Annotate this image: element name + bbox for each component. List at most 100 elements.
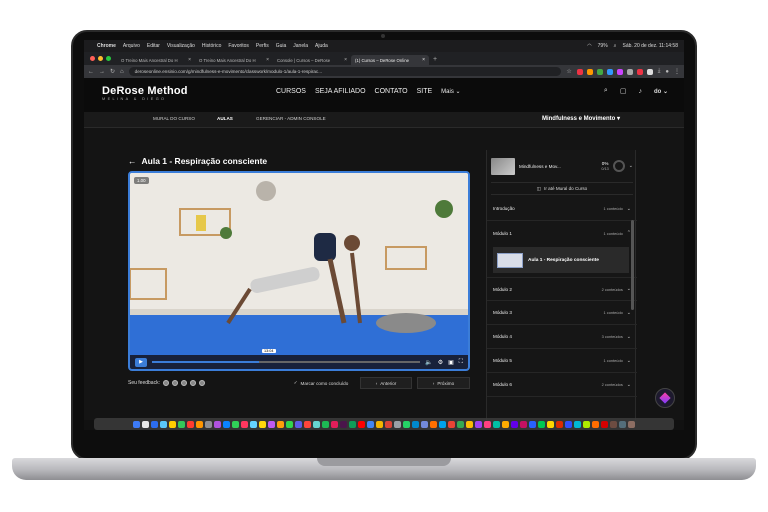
user-avatar[interactable]: do ⌄ — [654, 88, 668, 95]
dock-app-icon[interactable] — [538, 420, 545, 428]
dock-app-icon[interactable] — [322, 420, 329, 428]
dock-app-icon[interactable] — [511, 420, 518, 428]
dock-app-icon[interactable] — [457, 420, 464, 428]
menu-ajuda[interactable]: Ajuda — [315, 43, 328, 49]
dock-app-icon[interactable] — [214, 420, 221, 428]
dock-app-icon[interactable] — [205, 420, 212, 428]
dock-app-icon[interactable] — [304, 420, 311, 428]
forward-icon[interactable]: → — [99, 69, 105, 75]
nav-cursos[interactable]: CURSOS — [276, 88, 306, 95]
nav-contato[interactable]: CONTATO — [375, 88, 408, 95]
wifi-icon[interactable]: ◠ — [587, 43, 591, 49]
dock-app-icon[interactable] — [412, 420, 419, 428]
subnav-gerenciar[interactable]: GERENCIAR - ADMIN CONSOLE — [256, 116, 326, 121]
dock-app-icon[interactable] — [160, 420, 167, 428]
dock-app-icon[interactable] — [385, 420, 392, 428]
dock-app-icon[interactable] — [610, 420, 617, 428]
dock-app-icon[interactable] — [574, 420, 581, 428]
feedback-emoji-icon[interactable] — [180, 380, 187, 386]
dock-app-icon[interactable] — [286, 420, 293, 428]
zoom-window-icon[interactable] — [106, 56, 111, 61]
dock-app-icon[interactable] — [241, 420, 248, 428]
site-logo[interactable]: DeRose Method — [102, 85, 188, 97]
menu-editar[interactable]: Editar — [147, 43, 160, 49]
dock-app-icon[interactable] — [223, 420, 230, 428]
search-icon[interactable]: ⌕ — [604, 87, 608, 95]
feedback-emoji-icon[interactable] — [162, 380, 169, 386]
dock-app-icon[interactable] — [313, 420, 320, 428]
dock-app-icon[interactable] — [169, 420, 176, 428]
dock-app-icon[interactable] — [367, 420, 374, 428]
dock-app-icon[interactable] — [421, 420, 428, 428]
home-icon[interactable]: ⌂ — [120, 69, 124, 75]
module-5[interactable]: Módulo 5 1 conteúdo ⌄ — [487, 349, 637, 373]
module-4[interactable]: Módulo 4 3 conteúdos ⌄ — [487, 325, 637, 349]
close-tab-icon[interactable]: × — [422, 57, 425, 63]
menubar-clock[interactable]: Sáb. 20 de dez. 11:14:58 — [622, 43, 678, 49]
feedback-emoji-icon[interactable] — [189, 380, 196, 386]
course-selector[interactable]: Mindfulness e Movimento ▾ — [542, 115, 620, 122]
dock-app-icon[interactable] — [268, 420, 275, 428]
menu-historico[interactable]: Histórico — [202, 43, 221, 49]
address-bar[interactable]: deroseonline.ensinio.com/g/mindfulness-e… — [128, 67, 562, 76]
go-to-mural-button[interactable]: ◫ Ir até Mural do Curso — [491, 182, 633, 195]
subnav-aulas[interactable]: AULAS — [217, 116, 233, 121]
bell-icon[interactable]: ♪ — [638, 88, 642, 95]
extension-icon[interactable] — [636, 68, 643, 75]
dock-app-icon[interactable] — [439, 420, 446, 428]
dock-app-icon[interactable] — [448, 420, 455, 428]
dock-app-icon[interactable] — [466, 420, 473, 428]
dock-app-icon[interactable] — [259, 420, 266, 428]
new-tab-icon[interactable]: + — [433, 56, 437, 63]
sidebar-scrollbar[interactable] — [631, 220, 634, 310]
menu-favoritos[interactable]: Favoritos — [228, 43, 249, 49]
dock-app-icon[interactable] — [520, 420, 527, 428]
dock-app-icon[interactable] — [547, 420, 554, 428]
dock-app-icon[interactable] — [376, 420, 383, 428]
dock-app-icon[interactable] — [358, 420, 365, 428]
dock-app-icon[interactable] — [430, 420, 437, 428]
reload-icon[interactable]: ↻ — [110, 68, 115, 75]
module-6[interactable]: Módulo 6 2 conteúdos ⌄ — [487, 373, 637, 397]
close-window-icon[interactable] — [90, 56, 95, 61]
extension-icon[interactable] — [576, 68, 583, 75]
play-button[interactable]: ▶ — [135, 357, 147, 367]
dock-app-icon[interactable] — [133, 420, 140, 428]
dock-app-icon[interactable] — [628, 420, 635, 428]
bookmark-star-icon[interactable]: ☆ — [566, 68, 571, 75]
back-arrow-icon[interactable]: ← — [128, 156, 137, 166]
dock-app-icon[interactable] — [493, 420, 500, 428]
download-icon[interactable]: ⤓ — [658, 68, 661, 75]
nav-site[interactable]: SITE — [417, 88, 433, 95]
dock-app-icon[interactable] — [394, 420, 401, 428]
seek-bar[interactable] — [152, 361, 421, 363]
dock-app-icon[interactable] — [592, 420, 599, 428]
extension-icon[interactable] — [586, 68, 593, 75]
browser-tab-1[interactable]: O Treino Mais Ancestral Do H × — [117, 55, 195, 65]
close-tab-icon[interactable]: × — [344, 57, 347, 63]
next-button[interactable]: › Próximo — [417, 377, 470, 389]
dock-app-icon[interactable] — [187, 420, 194, 428]
menubar-app-name[interactable]: Chrome — [97, 43, 116, 49]
battery-percent[interactable]: 79% — [598, 43, 608, 49]
nav-mais[interactable]: Mais ⌄ — [441, 88, 460, 95]
close-tab-icon[interactable]: × — [188, 57, 191, 63]
dock-app-icon[interactable] — [232, 420, 239, 428]
dock-app-icon[interactable] — [619, 420, 626, 428]
profile-icon[interactable]: ● — [665, 69, 669, 75]
extension-icon[interactable] — [626, 68, 633, 75]
dock-app-icon[interactable] — [331, 420, 338, 428]
dock-app-icon[interactable] — [250, 420, 257, 428]
menu-perfis[interactable]: Perfis — [256, 43, 269, 49]
dock-app-icon[interactable] — [475, 420, 482, 428]
dock-app-icon[interactable] — [583, 420, 590, 428]
module-3[interactable]: Módulo 3 1 conteúdo ⌄ — [487, 301, 637, 325]
playback-speed-badge[interactable]: 1.00 — [134, 177, 149, 184]
extension-icon[interactable] — [646, 68, 653, 75]
volume-icon[interactable]: 🔈 — [425, 359, 432, 366]
browser-tab-4[interactable]: (1) Cursos – DeRose Online × — [351, 55, 429, 65]
fullscreen-icon[interactable]: ⛶ — [459, 359, 463, 366]
minimize-window-icon[interactable] — [98, 56, 103, 61]
extension-icon[interactable] — [606, 68, 613, 75]
dock-app-icon[interactable] — [565, 420, 572, 428]
